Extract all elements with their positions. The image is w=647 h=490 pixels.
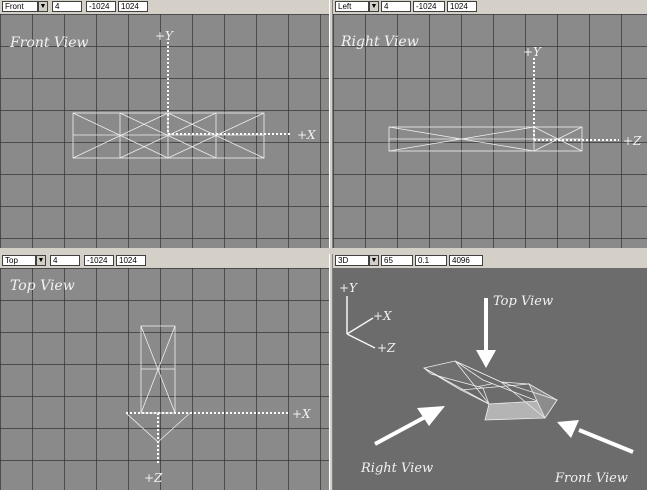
viewport-canvas[interactable]: +Y +X +Z Top View Right View Front View <box>333 268 647 490</box>
min-field[interactable]: -1024 <box>413 1 445 12</box>
viewport-splitter-vertical[interactable] <box>329 0 333 490</box>
grid-size-field[interactable]: 4 <box>52 1 82 12</box>
chevron-down-icon[interactable]: ▼ <box>38 1 48 12</box>
gizmo-label-z: +Z <box>377 341 396 355</box>
wireframe-canvas: Right View +Y +Z <box>340 34 642 152</box>
view-select[interactable]: 3D <box>335 255 369 266</box>
label-right-view: Right View <box>360 461 433 476</box>
axis-label-x: +X <box>292 407 311 421</box>
viewport-canvas[interactable]: Top View +Z +X <box>0 268 329 490</box>
max-field[interactable]: 1024 <box>447 1 477 12</box>
viewport-top[interactable]: Top ▼ 4 -1024 1024 Top View +Z +X <box>0 254 329 490</box>
viewport-canvas[interactable]: Front View +Y +X <box>0 14 329 248</box>
axis-label-z: +Z <box>144 471 163 485</box>
axis-label-z: +Z <box>623 134 642 148</box>
side-mesh <box>388 126 583 152</box>
wireframe-canvas: Front View +Y +X <box>9 29 316 159</box>
axis-gizmo <box>346 296 376 349</box>
top-mesh <box>125 325 191 443</box>
gizmo-label-y: +Y <box>339 281 358 295</box>
view-select[interactable]: Left <box>335 1 369 12</box>
viewport-splitter-horizontal[interactable] <box>0 248 647 254</box>
fov-field[interactable]: 65 <box>381 255 413 266</box>
view-title: Top View <box>10 278 75 294</box>
perspective-canvas: +Y +X +Z Top View Right View Front View <box>339 281 634 486</box>
view-title: Right View <box>340 34 419 50</box>
max-field[interactable]: 1024 <box>118 1 148 12</box>
viewport-left[interactable]: Left ▼ 4 -1024 1024 Right View +Y +Z <box>333 0 647 248</box>
min-field[interactable]: -1024 <box>84 255 114 266</box>
viewport-toolbar: Left ▼ 4 -1024 1024 <box>333 0 647 15</box>
grid-size-field[interactable]: 4 <box>381 1 411 12</box>
viewport-toolbar: Top ▼ 4 -1024 1024 <box>0 254 329 269</box>
viewport-front[interactable]: Front ▼ 4 -1024 1024 Front View +Y +X <box>0 0 329 248</box>
chevron-down-icon[interactable]: ▼ <box>369 1 379 12</box>
axis-label-x: +X <box>297 128 316 142</box>
near-clip-field[interactable]: 0.1 <box>415 255 447 266</box>
axis-label-y: +Y <box>155 29 174 43</box>
view-title: Front View <box>9 35 89 51</box>
view-select[interactable]: Front <box>2 1 38 12</box>
label-front-view: Front View <box>554 471 628 486</box>
arrow-right <box>374 406 445 446</box>
viewport-3d[interactable]: 3D ▼ 65 0.1 4096 +Y +X +Z Top View Right… <box>333 254 647 490</box>
far-clip-field[interactable]: 4096 <box>449 255 483 266</box>
max-field[interactable]: 1024 <box>116 255 146 266</box>
arrow-front <box>557 420 634 454</box>
grid-size-field[interactable]: 4 <box>50 255 80 266</box>
viewport-toolbar: Front ▼ 4 -1024 1024 <box>0 0 329 15</box>
view-select[interactable]: Top <box>2 255 36 266</box>
wireframe-canvas: Top View +Z +X <box>10 278 311 485</box>
chevron-down-icon[interactable]: ▼ <box>36 255 46 266</box>
min-field[interactable]: -1024 <box>86 1 116 12</box>
label-top-view: Top View <box>493 294 553 309</box>
gizmo-label-x: +X <box>373 309 392 323</box>
axis-label-y: +Y <box>523 45 542 59</box>
viewport-canvas[interactable]: Right View +Y +Z <box>333 14 647 248</box>
mesh-3d <box>422 360 558 421</box>
viewport-toolbar: 3D ▼ 65 0.1 4096 <box>333 254 647 269</box>
chevron-down-icon[interactable]: ▼ <box>369 255 379 266</box>
